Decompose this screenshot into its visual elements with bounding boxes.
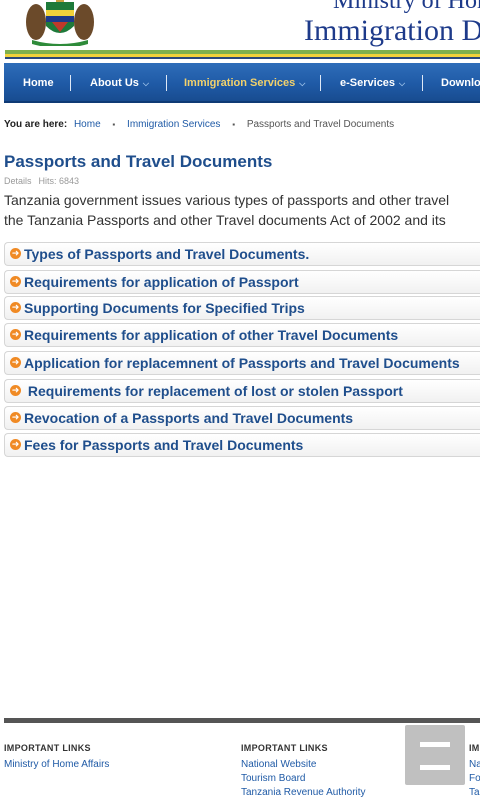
details-label: Details (4, 176, 32, 186)
arrow-right-icon: ➜ (10, 302, 21, 313)
accordion-title: Application for replacemnent of Passport… (24, 355, 460, 371)
page-title: Passports and Travel Documents (4, 152, 273, 171)
arrow-right-icon: ➜ (10, 439, 21, 450)
intro-line: Tanzania government issues various types… (4, 192, 450, 208)
nav-separator (320, 75, 321, 91)
nav-separator (70, 75, 71, 91)
arrow-right-icon: ➜ (10, 276, 21, 287)
intro-line: the Tanzania Passports and other Travel … (4, 212, 446, 228)
site-header: Ministry of Home Immigration D (0, 0, 480, 60)
nav-item-immigration-services[interactable]: Immigration Services ⌵ (184, 63, 305, 101)
department-name: Immigration D (304, 14, 480, 47)
breadcrumb-link-home[interactable]: Home (74, 119, 101, 130)
breadcrumb-link-immigration-services[interactable]: Immigration Services (127, 119, 220, 130)
accordion-title: Types of Passports and Travel Documents. (24, 246, 310, 262)
accordion-item-supporting-documents[interactable]: ➜ Supporting Documents for Specified Tri… (4, 296, 480, 320)
footer-link-revenue-authority[interactable]: Tanzania Revenue Authority (241, 787, 366, 798)
footer-column-title: IMPORTANT LINKS (4, 743, 91, 753)
breadcrumb-current: Passports and Travel Documents (246, 119, 395, 130)
accordion-item-revocation[interactable]: ➜ Revocation of a Passports and Travel D… (4, 406, 480, 430)
arrow-right-icon: ➜ (10, 329, 21, 340)
accordion-title: Requirements for application of other Tr… (24, 327, 399, 343)
arrow-right-icon: ➜ (10, 385, 21, 396)
article-intro: Tanzania government issues various types… (4, 190, 480, 230)
accordion-item-types-of-passports[interactable]: ➜ Types of Passports and Travel Document… (4, 242, 480, 266)
accordion-item-passport-requirements[interactable]: ➜ Requirements for application of Passpo… (4, 270, 480, 294)
header-stripe-blue (5, 57, 480, 59)
hits-count: Hits: 6843 (38, 176, 80, 186)
arrow-right-icon: ➜ (10, 412, 21, 423)
breadcrumb-prefix: You are here: (4, 119, 68, 130)
footer-link-ministry-home-affairs[interactable]: Ministry of Home Affairs (4, 759, 109, 770)
breadcrumb: You are here: Home ▪ Immigration Service… (4, 119, 394, 130)
accordion-item-lost-stolen-passport[interactable]: ➜ Requirements for replacement of lost o… (4, 379, 480, 403)
nav-item-home[interactable]: Home (23, 63, 54, 101)
accordion-title: Requirements for application of Passport (24, 274, 299, 290)
footer-divider (4, 718, 480, 723)
nav-separator (166, 75, 167, 91)
coat-of-arms-logo[interactable] (22, 0, 98, 46)
arrow-right-icon: ➜ (10, 248, 21, 259)
footer-column-title: IMPORTANT LINKS (241, 743, 328, 753)
footer-link[interactable]: Ta (469, 787, 480, 798)
accordion-item-replacement-application[interactable]: ➜ Application for replacemnent of Passpo… (4, 351, 480, 375)
accordion-title: Supporting Documents for Specified Trips (24, 300, 305, 316)
footer-link-tourism-board[interactable]: Tourism Board (241, 773, 305, 784)
accordion-title: Fees for Passports and Travel Documents (24, 437, 304, 453)
breadcrumb-separator-icon: ▪ (232, 120, 236, 129)
accordion-title: Requirements for replacement of lost or … (24, 383, 403, 399)
nav-item-about-us[interactable]: About Us ⌵ (90, 63, 149, 101)
ministry-name: Ministry of Home (333, 0, 480, 14)
scroll-to-top-button[interactable] (405, 725, 465, 785)
nav-item-download[interactable]: Download (441, 63, 480, 101)
menu-bar-icon (420, 765, 450, 770)
accordion-item-fees[interactable]: ➜ Fees for Passports and Travel Document… (4, 433, 480, 457)
accordion-title: Revocation of a Passports and Travel Doc… (24, 410, 354, 426)
arrow-right-icon: ➜ (10, 357, 21, 368)
nav-separator (422, 75, 423, 91)
footer-link[interactable]: Na (469, 759, 480, 770)
article-meta: Details Hits: 6843 (4, 176, 79, 186)
accordion-item-other-travel-documents[interactable]: ➜ Requirements for application of other … (4, 323, 480, 347)
chevron-down-icon: ⌵ (399, 79, 406, 88)
main-nav: Home About Us ⌵ Immigration Services ⌵ e-S… (4, 63, 480, 103)
chevron-down-icon: ⌵ (142, 79, 149, 88)
nav-item-e-services[interactable]: e-Services ⌵ (340, 63, 405, 101)
chevron-down-icon: ⌵ (299, 79, 306, 88)
breadcrumb-separator-icon: ▪ (112, 120, 116, 129)
footer-link[interactable]: Fo (469, 773, 480, 784)
footer-column-title: IM (469, 743, 480, 753)
footer-link-national-website[interactable]: National Website (241, 759, 316, 770)
menu-bar-icon (420, 742, 450, 747)
